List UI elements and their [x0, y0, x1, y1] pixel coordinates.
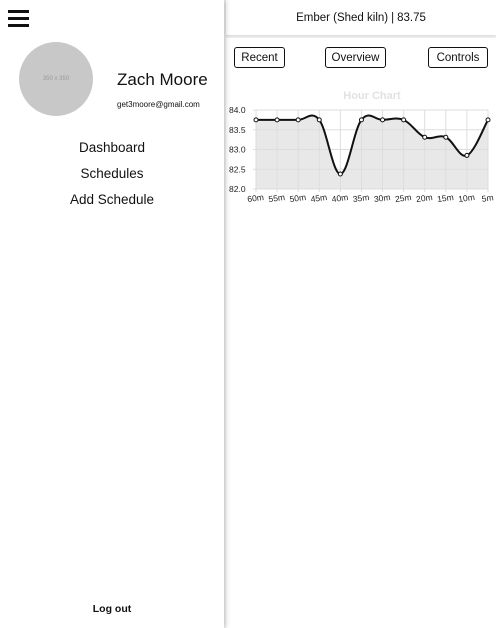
- chart-data-point: [295, 117, 301, 123]
- chart-data-point: [401, 117, 407, 123]
- chart-title: Hour Chart: [343, 90, 401, 102]
- chart-data-point: [253, 117, 259, 123]
- menu-bar: [8, 24, 29, 27]
- user-email: get3moore@gmail.com: [117, 100, 200, 109]
- avatar-placeholder-text: 350 x 350: [42, 76, 70, 82]
- nav-item-dashboard[interactable]: Dashboard: [0, 139, 224, 165]
- x-tick-label: 25m: [394, 192, 412, 204]
- chart-data-point: [422, 134, 428, 140]
- x-tick-label: 30m: [373, 192, 391, 204]
- x-tick-label: 10m: [458, 192, 476, 204]
- menu-bar: [8, 10, 29, 13]
- user-name: Zach Moore: [117, 70, 208, 89]
- y-tick-label: 82.5: [229, 164, 246, 174]
- hamburger-menu-icon[interactable]: [8, 10, 29, 27]
- chart-area-fill: [256, 115, 488, 189]
- app-root: 350 x 350 Zach Moore get3moore@gmail.com…: [0, 0, 496, 628]
- recent-button[interactable]: Recent: [234, 47, 285, 68]
- y-tick-label: 84.0: [229, 105, 246, 115]
- nav-item-schedules[interactable]: Schedules: [0, 165, 224, 191]
- y-tick-label: 82.0: [229, 184, 246, 194]
- current-temperature: 83.75: [397, 11, 426, 24]
- chart-data-point: [274, 117, 280, 123]
- chart-data-point: [485, 117, 491, 123]
- y-tick-label: 83.0: [229, 145, 246, 155]
- x-tick-label: 15m: [437, 192, 455, 204]
- chart-data-point: [443, 134, 449, 140]
- x-tick-label: 35m: [352, 192, 370, 204]
- controls-button[interactable]: Controls: [428, 47, 488, 68]
- avatar: 350 x 350: [19, 42, 93, 116]
- chart-data-point: [358, 117, 364, 123]
- chart-data-point: [380, 117, 386, 123]
- page-header: Ember (Shed kiln) | 83.75: [226, 0, 496, 35]
- logout-link[interactable]: Log out: [0, 603, 224, 615]
- hour-chart: Hour Chart 84.0 83.5 83.0 82.5 82.0 60m 55m 50m 4…: [226, 86, 496, 216]
- chart-data-point: [464, 152, 470, 158]
- chart-data-point: [316, 117, 322, 123]
- main-content: Recent Overview Controls Hour Chart 84.0 8…: [226, 38, 496, 628]
- nav-item-add-schedule[interactable]: Add Schedule: [0, 191, 224, 217]
- x-tick-label: 40m: [331, 192, 349, 204]
- sidebar: 350 x 350 Zach Moore get3moore@gmail.com…: [0, 0, 224, 628]
- x-tick-label: 60m: [247, 192, 265, 204]
- sidebar-nav: Dashboard Schedules Add Schedule: [0, 139, 224, 217]
- hour-chart-svg: Hour Chart84.083.583.082.582.060m 55m 50m 4…: [229, 90, 494, 204]
- x-tick-label: 55m: [268, 192, 286, 204]
- x-tick-label: 5m: [481, 192, 494, 204]
- menu-bar: [8, 17, 29, 20]
- chart-data-point: [337, 171, 343, 177]
- x-tick-label: 50m: [289, 192, 307, 204]
- header-separator: |: [391, 11, 395, 24]
- y-tick-label: 83.5: [229, 125, 246, 135]
- overview-button[interactable]: Overview: [325, 47, 386, 68]
- x-tick-label: 20m: [415, 192, 433, 204]
- x-tick-label: 45m: [310, 192, 328, 204]
- device-name: Ember (Shed kiln): [296, 11, 389, 24]
